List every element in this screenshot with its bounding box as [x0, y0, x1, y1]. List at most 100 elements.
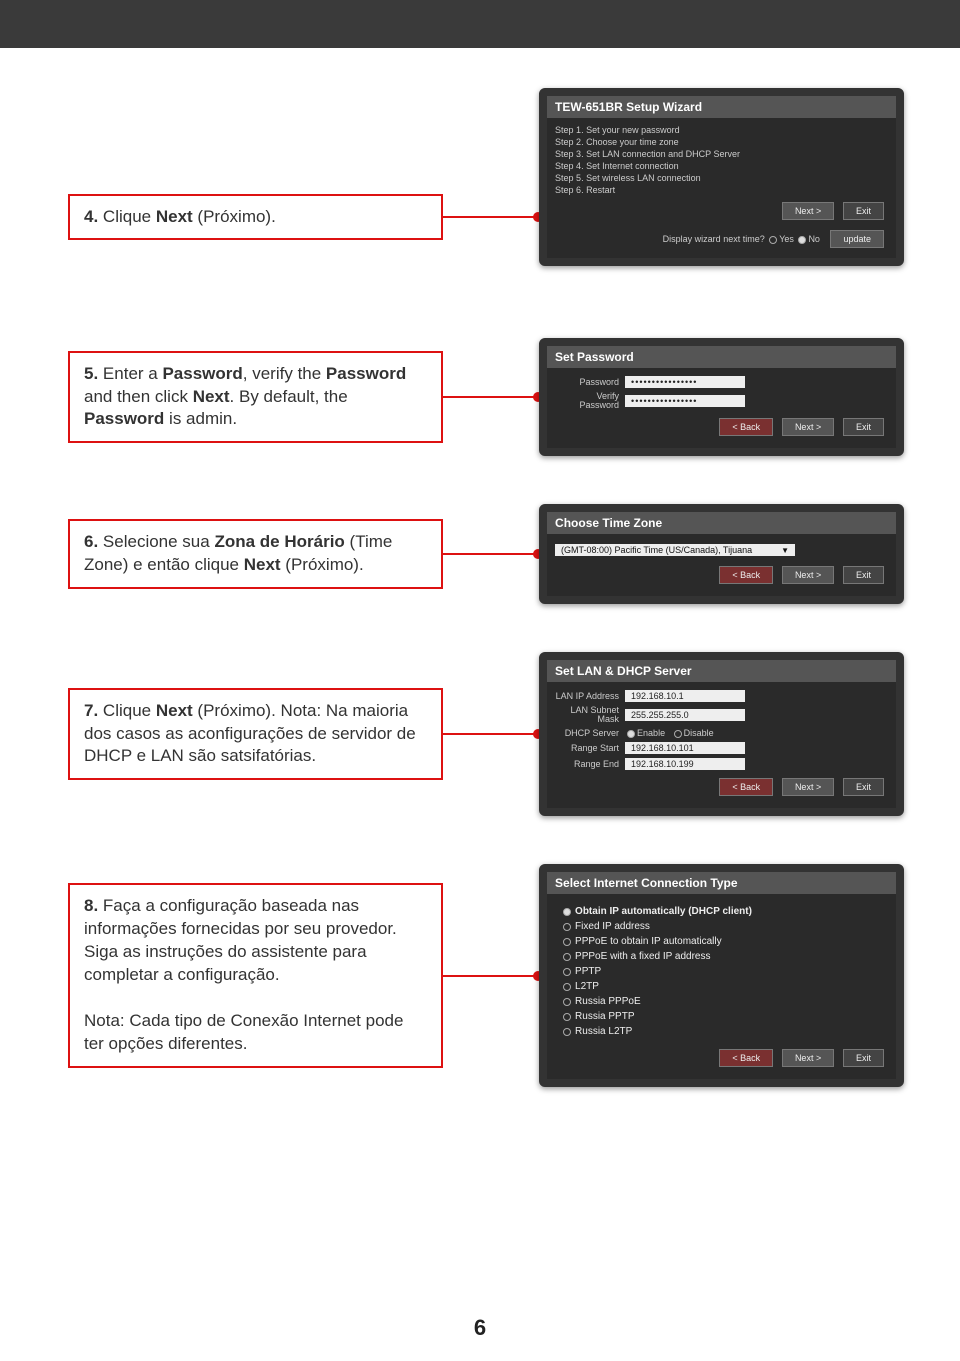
lan-mask-label: LAN Subnet Mask [555, 706, 625, 724]
conn-opt-radio-3[interactable] [563, 953, 571, 961]
chevron-down-icon: ▼ [781, 546, 789, 555]
lan-ip-label: LAN IP Address [555, 692, 625, 701]
tz-value: (GMT-08:00) Pacific Time (US/Canada), Ti… [561, 545, 752, 555]
password-input[interactable]: •••••••••••••••• [625, 376, 745, 388]
conn-opt-radio-8[interactable] [563, 1028, 571, 1036]
wizard-yes-label: Yes [779, 234, 794, 244]
step7-b1: Next [156, 701, 193, 720]
screenshot-password: Set Password Password •••••••••••••••• V… [539, 338, 904, 456]
wizard-step: Step 3. Set LAN connection and DHCP Serv… [555, 148, 888, 160]
password-exit-button[interactable]: Exit [843, 418, 884, 436]
connector-step7 [443, 733, 539, 735]
conn-opt-radio-7[interactable] [563, 1013, 571, 1021]
verify-password-input[interactable]: •••••••••••••••• [625, 395, 745, 407]
conn-opt-0: Obtain IP automatically (DHCP client) [575, 906, 752, 917]
step7-number: 7. [84, 701, 98, 720]
lan-exit-button[interactable]: Exit [843, 778, 884, 796]
conn-opt-4: PPTP [575, 966, 601, 977]
step6-b2: Next [244, 555, 281, 574]
step5-m1: , verify the [243, 364, 326, 383]
step6-t1: Selecione sua [103, 532, 215, 551]
step5-end: is admin. [164, 409, 237, 428]
range-start-input[interactable]: 192.168.10.101 [625, 742, 745, 754]
step5-m2: and then click [84, 387, 193, 406]
range-start-label: Range Start [555, 744, 625, 753]
step5-t0: Enter a [103, 364, 163, 383]
step4-bold: Next [156, 207, 193, 226]
screenshot-wizard: TEW-651BR Setup Wizard Step 1. Set your … [539, 88, 904, 266]
step7-t1: Clique [103, 701, 156, 720]
callout-step8: 8. Faça a configuração baseada nas infor… [68, 883, 443, 1068]
step5-b2: Password [326, 364, 406, 383]
tz-back-button[interactable]: < Back [719, 566, 773, 584]
screenshot-timezone: Choose Time Zone (GMT-08:00) Pacific Tim… [539, 504, 904, 604]
conn-next-button[interactable]: Next > [782, 1049, 834, 1067]
callout-step6: 6. Selecione sua Zona de Horário (Time Z… [68, 519, 443, 589]
connector-step5 [443, 396, 539, 398]
step6-b1: Zona de Horário [214, 532, 344, 551]
wizard-next-button[interactable]: Next > [782, 202, 834, 220]
dhcp-disable-label: Disable [684, 728, 714, 738]
dhcp-enable-radio[interactable] [627, 730, 635, 738]
row-step6: 6. Selecione sua Zona de Horário (Time Z… [68, 504, 904, 604]
wizard-step: Step 6. Restart [555, 184, 888, 196]
step8-number: 8. [84, 896, 98, 915]
step8-text: Faça a configuração baseada nas informaç… [84, 896, 397, 984]
password-next-button[interactable]: Next > [782, 418, 834, 436]
callout-step7: 7. Clique Next (Próximo). Nota: Na maior… [68, 688, 443, 781]
conn-exit-button[interactable]: Exit [843, 1049, 884, 1067]
step5-b1: Password [162, 364, 242, 383]
step4-text-after: (Próximo). [193, 207, 276, 226]
conn-opt-radio-1[interactable] [563, 923, 571, 931]
screenshot-connection-type: Select Internet Connection Type Obtain I… [539, 864, 904, 1087]
tz-title: Choose Time Zone [547, 512, 896, 534]
lan-next-button[interactable]: Next > [782, 778, 834, 796]
wizard-title: TEW-651BR Setup Wizard [547, 96, 896, 118]
wizard-exit-button[interactable]: Exit [843, 202, 884, 220]
conn-option-list: Obtain IP automatically (DHCP client) Fi… [555, 900, 888, 1043]
conn-opt-radio-4[interactable] [563, 968, 571, 976]
step4-number: 4. [84, 207, 98, 226]
tz-next-button[interactable]: Next > [782, 566, 834, 584]
step4-text-before: Clique [103, 207, 156, 226]
tz-exit-button[interactable]: Exit [843, 566, 884, 584]
range-end-input[interactable]: 192.168.10.199 [625, 758, 745, 770]
conn-opt-radio-6[interactable] [563, 998, 571, 1006]
password-label: Password [555, 378, 625, 387]
conn-opt-radio-2[interactable] [563, 938, 571, 946]
step5-b4: Password [84, 409, 164, 428]
password-title: Set Password [547, 346, 896, 368]
wizard-no-radio[interactable] [798, 236, 806, 244]
conn-back-button[interactable]: < Back [719, 1049, 773, 1067]
step5-b3: Next [193, 387, 230, 406]
conn-title: Select Internet Connection Type [547, 872, 896, 894]
step8-note: Nota: Cada tipo de Conexão Internet pode… [84, 1011, 403, 1053]
callout-step5: 5. Enter a Password, verify the Password… [68, 351, 443, 444]
conn-opt-radio-0[interactable] [563, 908, 571, 916]
wizard-update-button[interactable]: update [830, 230, 884, 248]
connector-step6 [443, 553, 539, 555]
screenshot-lan: Set LAN & DHCP Server LAN IP Address192.… [539, 652, 904, 816]
lan-back-button[interactable]: < Back [719, 778, 773, 796]
verify-password-label: Verify Password [555, 392, 625, 410]
conn-opt-radio-5[interactable] [563, 983, 571, 991]
conn-opt-3: PPPoE with a fixed IP address [575, 951, 710, 962]
tz-dropdown[interactable]: (GMT-08:00) Pacific Time (US/Canada), Ti… [555, 544, 795, 556]
lan-mask-input[interactable]: 255.255.255.0 [625, 709, 745, 721]
conn-opt-2: PPPoE to obtain IP automatically [575, 936, 722, 947]
row-step4: 4. Clique Next (Próximo). TEW-651BR Setu… [68, 88, 904, 266]
conn-opt-5: L2TP [575, 981, 599, 992]
top-bar [0, 0, 960, 48]
row-step8: 8. Faça a configuração baseada nas infor… [68, 864, 904, 1087]
password-back-button[interactable]: < Back [719, 418, 773, 436]
dhcp-label: DHCP Server [555, 729, 625, 738]
wizard-yes-radio[interactable] [769, 236, 777, 244]
dhcp-disable-radio[interactable] [674, 730, 682, 738]
conn-opt-8: Russia L2TP [575, 1026, 632, 1037]
row-step7: 7. Clique Next (Próximo). Nota: Na maior… [68, 652, 904, 816]
callout-step4: 4. Clique Next (Próximo). [68, 194, 443, 241]
step5-m3: . By default, the [230, 387, 348, 406]
lan-ip-input[interactable]: 192.168.10.1 [625, 690, 745, 702]
connector-step4 [443, 216, 539, 218]
wizard-step: Step 5. Set wireless LAN connection [555, 172, 888, 184]
